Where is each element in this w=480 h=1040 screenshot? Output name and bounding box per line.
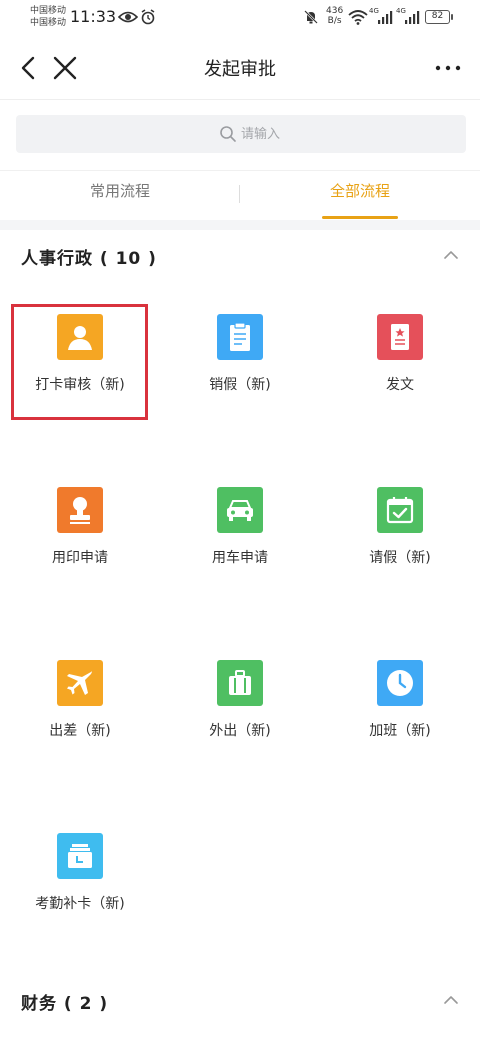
item-label: 请假（新) (369, 550, 431, 566)
chevron-up-icon[interactable] (442, 248, 460, 262)
highlight-box (11, 304, 148, 420)
item-label: 考勤补卡（新) (35, 896, 125, 912)
chevron-up-icon[interactable] (442, 993, 460, 1007)
process-item-vehicle-request[interactable]: 用车申请 (160, 487, 320, 607)
item-label: 出差（新) (49, 723, 111, 739)
carrier-2: 中国移动 (30, 18, 67, 28)
status-bar: 中国移动 中国移动 11:33 436 B/s 4G 4G 82 (0, 0, 480, 36)
wifi-icon (348, 10, 368, 25)
section-header-hr-admin[interactable]: 人事行政 ( 10 ) (0, 230, 480, 282)
airplane-icon (57, 660, 103, 706)
search-input[interactable] (241, 115, 441, 153)
process-item-issue-document[interactable]: 发文 (320, 314, 480, 434)
item-label: 销假（新) (209, 377, 271, 393)
process-item-overtime[interactable]: 加班（新) (320, 660, 480, 780)
item-label: 用车申请 (212, 550, 268, 566)
section-title: 人事行政 ( 10 ) (21, 249, 157, 269)
carrier-1: 中国移动 (30, 6, 67, 16)
process-item-cancel-leave[interactable]: 销假（新) (160, 314, 320, 434)
attendance-card-icon (57, 833, 103, 879)
section-title: 财务 ( 2 ) (21, 994, 109, 1014)
signal-1-icon (378, 11, 393, 24)
process-item-go-out[interactable]: 外出（新) (160, 660, 320, 780)
process-item-seal-request[interactable]: 用印申请 (0, 487, 160, 607)
item-label: 加班（新) (369, 723, 431, 739)
process-item-attendance-correction[interactable]: 考勤补卡（新) (0, 833, 160, 953)
carrier-info: 中国移动 中国移动 (30, 5, 66, 29)
document-icon (217, 314, 263, 360)
process-item-leave-request[interactable]: 请假（新) (320, 487, 480, 607)
tab-all-processes[interactable]: 全部流程 (240, 171, 480, 221)
search-icon (220, 126, 236, 142)
process-tabs: 常用流程 全部流程 (0, 170, 480, 220)
tab-common-processes[interactable]: 常用流程 (0, 171, 240, 221)
item-label: 发文 (386, 377, 414, 393)
section-separator (0, 220, 480, 230)
clock-icon (377, 660, 423, 706)
item-label: 用印申请 (52, 550, 108, 566)
page-title: 发起审批 (204, 59, 276, 80)
network-speed-unit: B/s (327, 16, 342, 26)
search-box[interactable] (16, 115, 466, 153)
item-label: 外出（新) (209, 723, 271, 739)
official-document-icon (377, 314, 423, 360)
more-icon[interactable] (430, 58, 466, 78)
navigation-bar: 发起审批 (0, 36, 480, 100)
suitcase-icon (217, 660, 263, 706)
status-time: 11:33 (70, 7, 117, 26)
battery-indicator: 82 (425, 10, 453, 24)
stamp-icon (57, 487, 103, 533)
mute-bell-icon (304, 10, 318, 24)
process-item-business-trip[interactable]: 出差（新) (0, 660, 160, 780)
calendar-check-icon (377, 487, 423, 533)
section-header-finance[interactable]: 财务 ( 2 ) (0, 975, 480, 1027)
network-speed-value: 436 (326, 6, 344, 16)
search-area (0, 100, 480, 170)
network-speed: 436 B/s (326, 6, 343, 26)
alarm-icon (141, 9, 155, 25)
eye-icon (118, 11, 138, 23)
car-icon (217, 487, 263, 533)
signal-2-icon (405, 11, 420, 24)
active-tab-indicator (322, 216, 398, 219)
